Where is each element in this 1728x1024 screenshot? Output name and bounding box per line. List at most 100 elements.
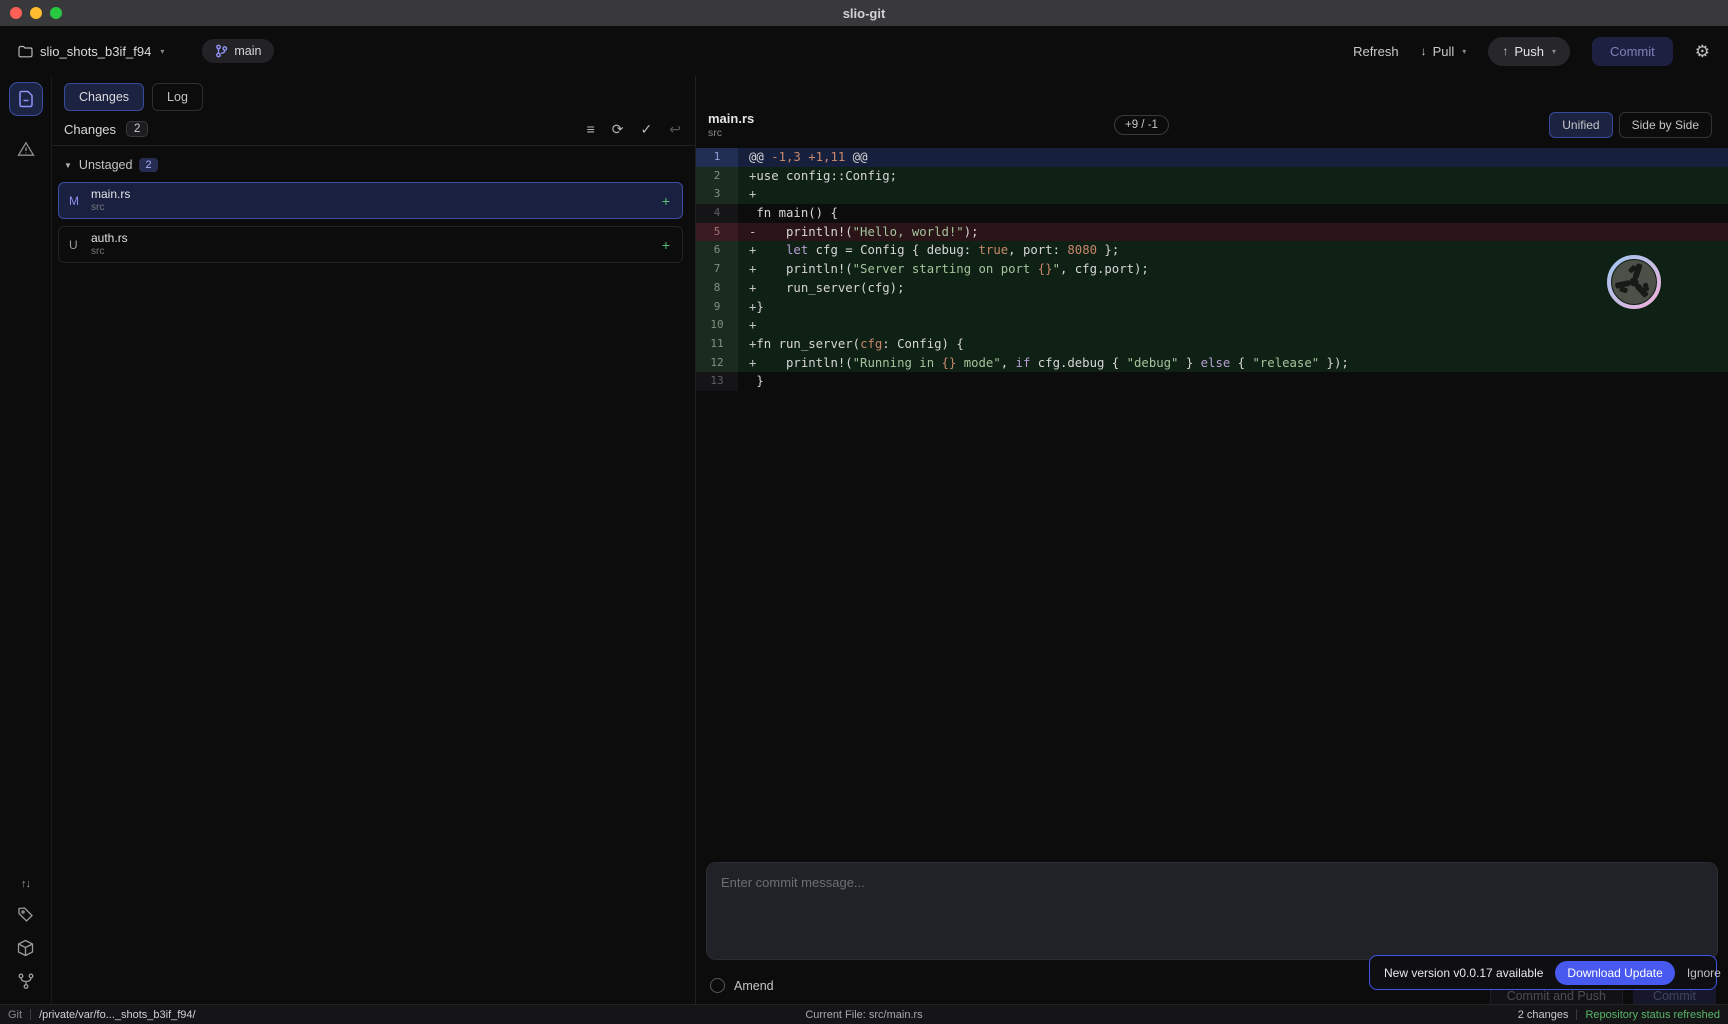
statusbar-divider: [1576, 1009, 1577, 1020]
diff-stats-badge: +9 / -1: [1114, 115, 1169, 135]
file-dir: src: [91, 202, 130, 214]
panel-tabs: Changes Log: [52, 76, 695, 111]
view-mode-side-by-side[interactable]: Side by Side: [1619, 112, 1712, 138]
unstaged-count-badge: 2: [139, 158, 157, 172]
window-title: slio-git: [0, 6, 1728, 21]
unstaged-group-header[interactable]: ▼ Unstaged 2: [52, 146, 695, 180]
diff-view-toggle: Unified Side by Side: [1549, 112, 1712, 138]
status-bar: Git /private/var/fo..._shots_b3if_f94/ C…: [0, 1004, 1728, 1024]
diff-line-code: }: [738, 372, 764, 391]
repo-selector[interactable]: slio_shots_b3if_f94 ▾: [18, 44, 164, 59]
git-branch-icon: [215, 44, 228, 58]
diff-line-code: +use config::Config;: [738, 167, 897, 186]
titlebar: slio-git: [0, 0, 1728, 26]
diff-line-code: +: [738, 185, 756, 204]
diff-line-code: +: [738, 316, 756, 335]
gear-icon[interactable]: ⚙: [1695, 43, 1710, 60]
commit-message-input[interactable]: [706, 862, 1718, 960]
statusbar-changes-count: 2 changes: [1518, 1009, 1569, 1021]
caret-down-icon: ▾: [1552, 47, 1556, 56]
diff-lines: 1@@ -1,3 +1,11 @@2+use config::Config;3+…: [696, 148, 1728, 391]
diff-line: 7+ println!("Server starting on port {}"…: [696, 260, 1728, 279]
branch-selector[interactable]: main: [202, 39, 274, 63]
commit-toolbar-button[interactable]: Commit: [1592, 37, 1673, 66]
file-row[interactable]: Uauth.rssrc+: [58, 226, 683, 263]
diff-line: 11+fn run_server(cfg: Config) {: [696, 335, 1728, 354]
app-window: slio-git slio_shots_b3if_f94 ▾ main: [0, 0, 1728, 1024]
diff-line-number: 4: [696, 204, 738, 223]
stage-all-check-icon[interactable]: ✓: [641, 122, 653, 136]
refresh-button[interactable]: Refresh: [1353, 44, 1399, 59]
stage-file-button[interactable]: +: [662, 193, 670, 209]
diff-line-code: +}: [738, 298, 764, 317]
diff-line-code: +fn run_server(cfg: Config) {: [738, 335, 964, 354]
file-dir: src: [91, 246, 128, 258]
diff-line: 12+ println!("Running in {} mode", if cf…: [696, 354, 1728, 373]
diff-line: 4 fn main() {: [696, 204, 1728, 223]
warning-icon: [17, 141, 35, 157]
statusbar-refresh-status: Repository status refreshed: [1585, 1009, 1720, 1021]
menu-icon[interactable]: ≡: [587, 122, 595, 136]
changes-count-badge: 2: [126, 121, 148, 137]
ignore-update-button[interactable]: Ignore: [1687, 966, 1721, 980]
amend-checkbox[interactable]: [710, 978, 725, 993]
statusbar-git-label: Git: [8, 1009, 22, 1021]
diff-line-number: 13: [696, 372, 738, 391]
diff-line-number: 7: [696, 260, 738, 279]
changes-header: Changes 2 ≡ ⟳ ✓ ↩: [52, 111, 695, 146]
git-fork-icon[interactable]: [18, 973, 34, 990]
diff-line: 1@@ -1,3 +1,11 @@: [696, 148, 1728, 167]
folder-icon: [18, 45, 33, 58]
diff-line-code: fn main() {: [738, 204, 838, 223]
diff-header: main.rs src +9 / -1 Unified Side by Side: [696, 102, 1728, 148]
statusbar-current-file: Current File: src/main.rs: [0, 1009, 1728, 1021]
diff-line-number: 6: [696, 241, 738, 260]
stage-file-button[interactable]: +: [662, 237, 670, 253]
changes-title: Changes: [64, 122, 116, 137]
file-name: auth.rs: [91, 232, 128, 246]
download-update-button[interactable]: Download Update: [1555, 961, 1674, 985]
view-mode-unified[interactable]: Unified: [1549, 112, 1612, 138]
diff-line-number: 2: [696, 167, 738, 186]
tab-changes[interactable]: Changes: [64, 83, 144, 111]
diff-line-code: - println!("Hello, world!");: [738, 223, 979, 242]
file-list: Mmain.rssrc+Uauth.rssrc+: [52, 180, 695, 263]
diff-line-code: + let cfg = Config { debug: true, port: …: [738, 241, 1119, 260]
diff-line: 8+ run_server(cfg);: [696, 279, 1728, 298]
diff-line: 10+: [696, 316, 1728, 335]
diff-line-code: + run_server(cfg);: [738, 279, 904, 298]
diff-line: 5- println!("Hello, world!");: [696, 223, 1728, 242]
undo-icon[interactable]: ↩: [669, 122, 681, 136]
push-button[interactable]: ↑ Push ▾: [1488, 37, 1570, 66]
amend-option: Amend: [710, 978, 774, 993]
update-notification-text: New version v0.0.17 available: [1384, 966, 1543, 980]
changes-panel: Changes Log Changes 2 ≡ ⟳ ✓ ↩ ▼ Unstaged…: [52, 76, 695, 1004]
caret-down-icon: ▾: [160, 47, 164, 56]
file-row[interactable]: Mmain.rssrc+: [58, 182, 683, 219]
statusbar-divider: [30, 1009, 31, 1020]
unstaged-label: Unstaged: [79, 158, 133, 172]
file-name: main.rs: [91, 188, 130, 202]
tab-log[interactable]: Log: [152, 83, 203, 111]
diff-line: 13 }: [696, 372, 1728, 391]
diff-line-number: 12: [696, 354, 738, 373]
repo-name: slio_shots_b3if_f94: [40, 44, 151, 59]
amend-label: Amend: [734, 979, 774, 993]
sidebar-item-changes[interactable]: [9, 82, 43, 116]
diff-line: 6+ let cfg = Config { debug: true, port:…: [696, 241, 1728, 260]
diff-line-number: 10: [696, 316, 738, 335]
tag-icon[interactable]: [17, 906, 34, 923]
sidebar-item-warnings[interactable]: [11, 134, 41, 164]
pull-button[interactable]: ↓ Pull ▾: [1421, 44, 1467, 59]
sync-arrows-icon[interactable]: ↑↓: [21, 878, 30, 890]
diff-panel: main.rs src +9 / -1 Unified Side by Side…: [695, 76, 1728, 1004]
package-icon[interactable]: [17, 939, 34, 957]
toolbar: slio_shots_b3if_f94 ▾ main Refresh ↓ Pul…: [0, 26, 1728, 76]
diff-line-number: 3: [696, 185, 738, 204]
refresh-icon[interactable]: ⟳: [612, 122, 624, 136]
diff-line-code: @@ -1,3 +1,11 @@: [738, 148, 867, 167]
arrow-down-icon: ↓: [1421, 44, 1427, 58]
diff-line-code: + println!("Server starting on port {}",…: [738, 260, 1149, 279]
branch-name: main: [234, 44, 261, 58]
statusbar-repo-path: /private/var/fo..._shots_b3if_f94/: [39, 1009, 196, 1021]
